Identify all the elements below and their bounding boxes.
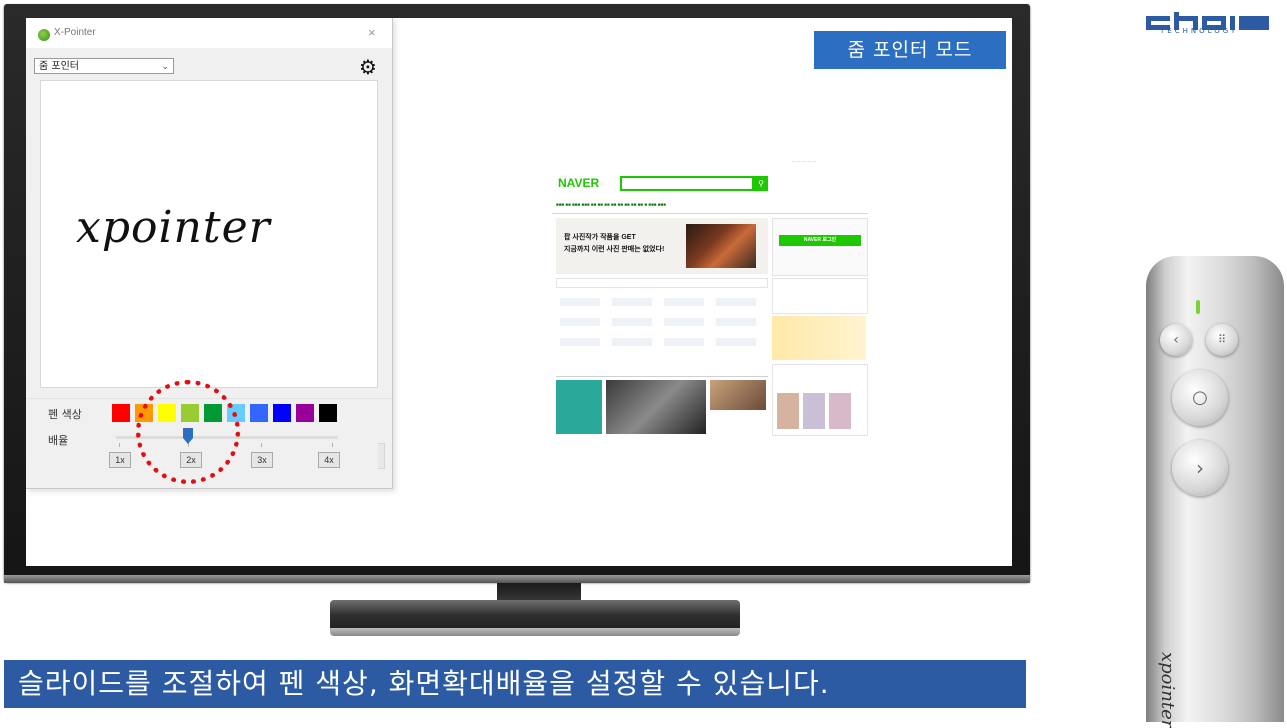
shop-thumb[interactable] [829, 393, 851, 429]
naver-nav-line [552, 213, 868, 214]
device-back-button[interactable]: ‹ [1160, 324, 1192, 356]
device-led [1196, 300, 1200, 314]
search-icon[interactable]: ⚲ [754, 176, 768, 191]
content-thumb[interactable] [556, 380, 602, 434]
zoom-1x-button[interactable]: 1x [109, 452, 131, 468]
naver-shopping [772, 364, 868, 436]
press-logo[interactable] [716, 318, 756, 326]
gear-icon[interactable]: ⚙ [359, 57, 377, 77]
chevron-left-icon: ‹ [1173, 332, 1179, 348]
device-next-button[interactable]: › [1172, 440, 1228, 496]
naver-content-thumbs [556, 380, 768, 434]
press-logo[interactable] [664, 318, 704, 326]
device-menu-button[interactable]: ⠿ [1206, 324, 1238, 356]
press-logo[interactable] [560, 298, 600, 306]
naver-page-thumbnail: ― ― ― ― ― NAVER ⚲ ■■■ ■■ ■■■ ■■■ ■■ ■■ ■… [552, 158, 868, 436]
monitor-screen: X-Pointer × 줌 포인터 ⌄ ⚙ xpointer 펜 색상 배율 1… [26, 18, 1012, 566]
pen-color-swatch[interactable] [296, 404, 314, 422]
press-logo[interactable] [612, 298, 652, 306]
xpointer-window: X-Pointer × 줌 포인터 ⌄ ⚙ xpointer 펜 색상 배율 1… [26, 18, 393, 489]
caption-text: 슬라이드를 조절하여 펜 색상, 화면확대배율을 설정할 수 있습니다. [4, 660, 1026, 708]
mode-dropdown[interactable]: 줌 포인터 ⌄ [34, 58, 174, 74]
pen-color-swatch[interactable] [250, 404, 268, 422]
panel-edge [378, 443, 385, 469]
chevron-down-icon: ⌄ [161, 62, 169, 72]
naver-search-input[interactable] [620, 176, 754, 191]
content-thumb[interactable] [710, 380, 766, 410]
app-icon [38, 29, 50, 41]
slider-tick [332, 443, 333, 447]
press-logo[interactable] [664, 298, 704, 306]
device-brand-text: xpointer [1157, 652, 1178, 728]
press-logo[interactable] [612, 338, 652, 346]
monitor-stand-edge [330, 628, 740, 636]
banner-line-1: 팝 사진작가 작품을 GET [564, 234, 636, 241]
press-logo[interactable] [560, 338, 600, 346]
mode-dropdown-value: 줌 포인터 [39, 61, 79, 72]
pen-color-label: 펜 색상 [48, 408, 82, 421]
banner-image [686, 224, 756, 268]
shop-thumb[interactable] [803, 393, 825, 429]
naver-content-tabs [556, 366, 768, 377]
zoom-3x-button[interactable]: 3x [251, 452, 273, 468]
device-center-button[interactable]: ○ [1172, 370, 1228, 426]
press-logo[interactable] [716, 338, 756, 346]
press-logo[interactable] [664, 338, 704, 346]
naver-top-links: ― ― ― ― ― [792, 158, 817, 163]
press-logo[interactable] [612, 318, 652, 326]
monitor-bottom-bezel [4, 575, 1030, 583]
slider-tick [261, 443, 262, 447]
naver-news-bar [556, 278, 768, 288]
pen-color-swatch[interactable] [319, 404, 337, 422]
mode-badge: 줌 포인터 모드 [814, 31, 1006, 69]
chevron-right-icon: › [1196, 456, 1204, 480]
zoom-4x-button[interactable]: 4x [318, 452, 340, 468]
pen-color-swatch[interactable] [273, 404, 291, 422]
naver-ad[interactable] [772, 316, 866, 360]
naver-banner[interactable]: 팝 사진작가 작품을 GET 지금까지 이런 사진 판매는 없었다! [556, 218, 768, 274]
shop-thumb[interactable] [777, 393, 799, 429]
naver-login-button[interactable]: NAVER 로그인 [779, 235, 861, 246]
window-title: X-Pointer [54, 27, 96, 38]
slider-tick [119, 443, 120, 447]
zoom-label: 배율 [48, 434, 69, 447]
highlight-circle [136, 380, 240, 484]
close-icon[interactable]: × [368, 25, 376, 40]
press-logo[interactable] [560, 318, 600, 326]
brand-subtitle: TECHNOLOGY [1160, 27, 1239, 35]
naver-logo: NAVER [558, 176, 600, 190]
xpointer-logo: xpointer [76, 202, 271, 253]
content-thumb[interactable] [606, 380, 706, 434]
circle-icon: ○ [1192, 387, 1208, 408]
pen-color-swatch[interactable] [112, 404, 130, 422]
naver-right-news [772, 278, 868, 314]
grid-icon: ⠿ [1217, 333, 1227, 346]
banner-line-2: 지금까지 이런 사진 판매는 없었다! [564, 246, 665, 253]
naver-press-grid [556, 294, 768, 364]
monitor-frame: X-Pointer × 줌 포인터 ⌄ ⚙ xpointer 펜 색상 배율 1… [4, 4, 1030, 582]
naver-login-box: NAVER 로그인 [772, 218, 868, 276]
press-logo[interactable] [716, 298, 756, 306]
naver-nav-bar: ■■■ ■■ ■■■ ■■■ ■■ ■■ ■■ ■■ ■■ ■■ ■■ ■■ ■… [556, 202, 666, 207]
